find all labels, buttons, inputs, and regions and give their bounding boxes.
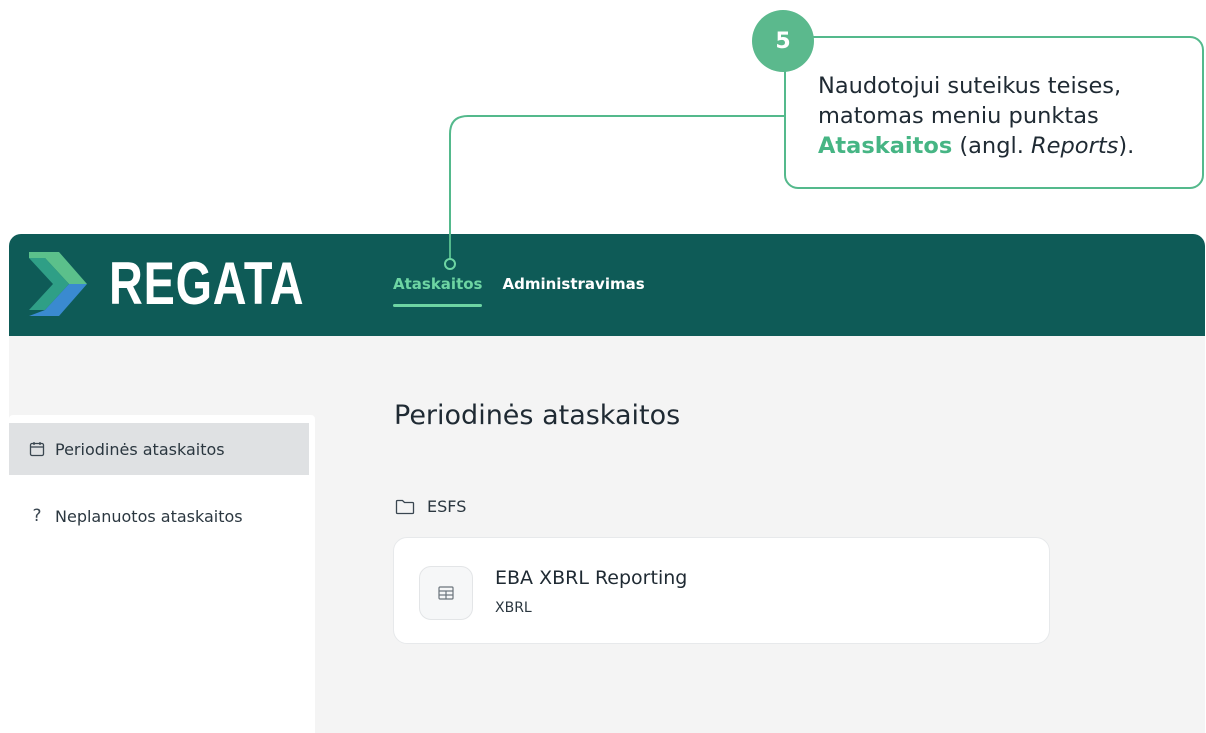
logo-wordmark: REGATA [109, 250, 305, 317]
callout-box: Naudotojui suteikus teises, matomas meni… [784, 36, 1204, 189]
page-title: Periodinės ataskaitos [394, 400, 681, 431]
report-card-subtitle: XBRL [495, 600, 532, 616]
callout-line-2: matomas meniu punktas [818, 103, 1099, 129]
regata-logo[interactable]: REGATA [29, 252, 359, 316]
sidebar: Periodinės ataskaitos ? Neplanuotos atas… [9, 415, 315, 733]
folder-esfs[interactable]: ESFS [395, 497, 466, 516]
callout-text: Naudotojui suteikus teises, matomas meni… [818, 71, 1186, 161]
top-navbar: REGATA Ataskaitos Administravimas [9, 234, 1205, 336]
sidebar-item-neplanuotos[interactable]: ? Neplanuotos ataskaitos [9, 490, 309, 542]
question-icon: ? [32, 506, 42, 526]
folder-label: ESFS [427, 497, 467, 516]
report-card[interactable]: EBA XBRL Reporting XBRL [393, 537, 1050, 644]
nav-item-administravimas[interactable]: Administravimas [502, 275, 644, 307]
app-window: REGATA Ataskaitos Administravimas Period… [9, 234, 1205, 733]
callout-line-1: Naudotojui suteikus teises, [818, 73, 1122, 99]
sidebar-item-label: Neplanuotos ataskaitos [55, 506, 243, 526]
report-card-title: EBA XBRL Reporting [495, 567, 688, 589]
sidebar-item-periodines[interactable]: Periodinės ataskaitos [9, 423, 309, 475]
folder-icon [395, 499, 415, 514]
main-nav: Ataskaitos Administravimas [393, 275, 645, 307]
callout-highlight: Ataskaitos [818, 133, 953, 159]
nav-item-ataskaitos[interactable]: Ataskaitos [393, 275, 483, 307]
table-icon [419, 566, 473, 620]
sidebar-item-label: Periodinės ataskaitos [55, 439, 225, 459]
calendar-icon [27, 441, 47, 457]
logo-chevron-icon [29, 252, 87, 316]
callout-line-3-mid: (angl. [952, 133, 1032, 159]
callout-line-3-end: ). [1118, 133, 1135, 159]
callout-line-3-italic: Reports [1031, 133, 1119, 159]
callout-number-badge: 5 [752, 10, 814, 72]
